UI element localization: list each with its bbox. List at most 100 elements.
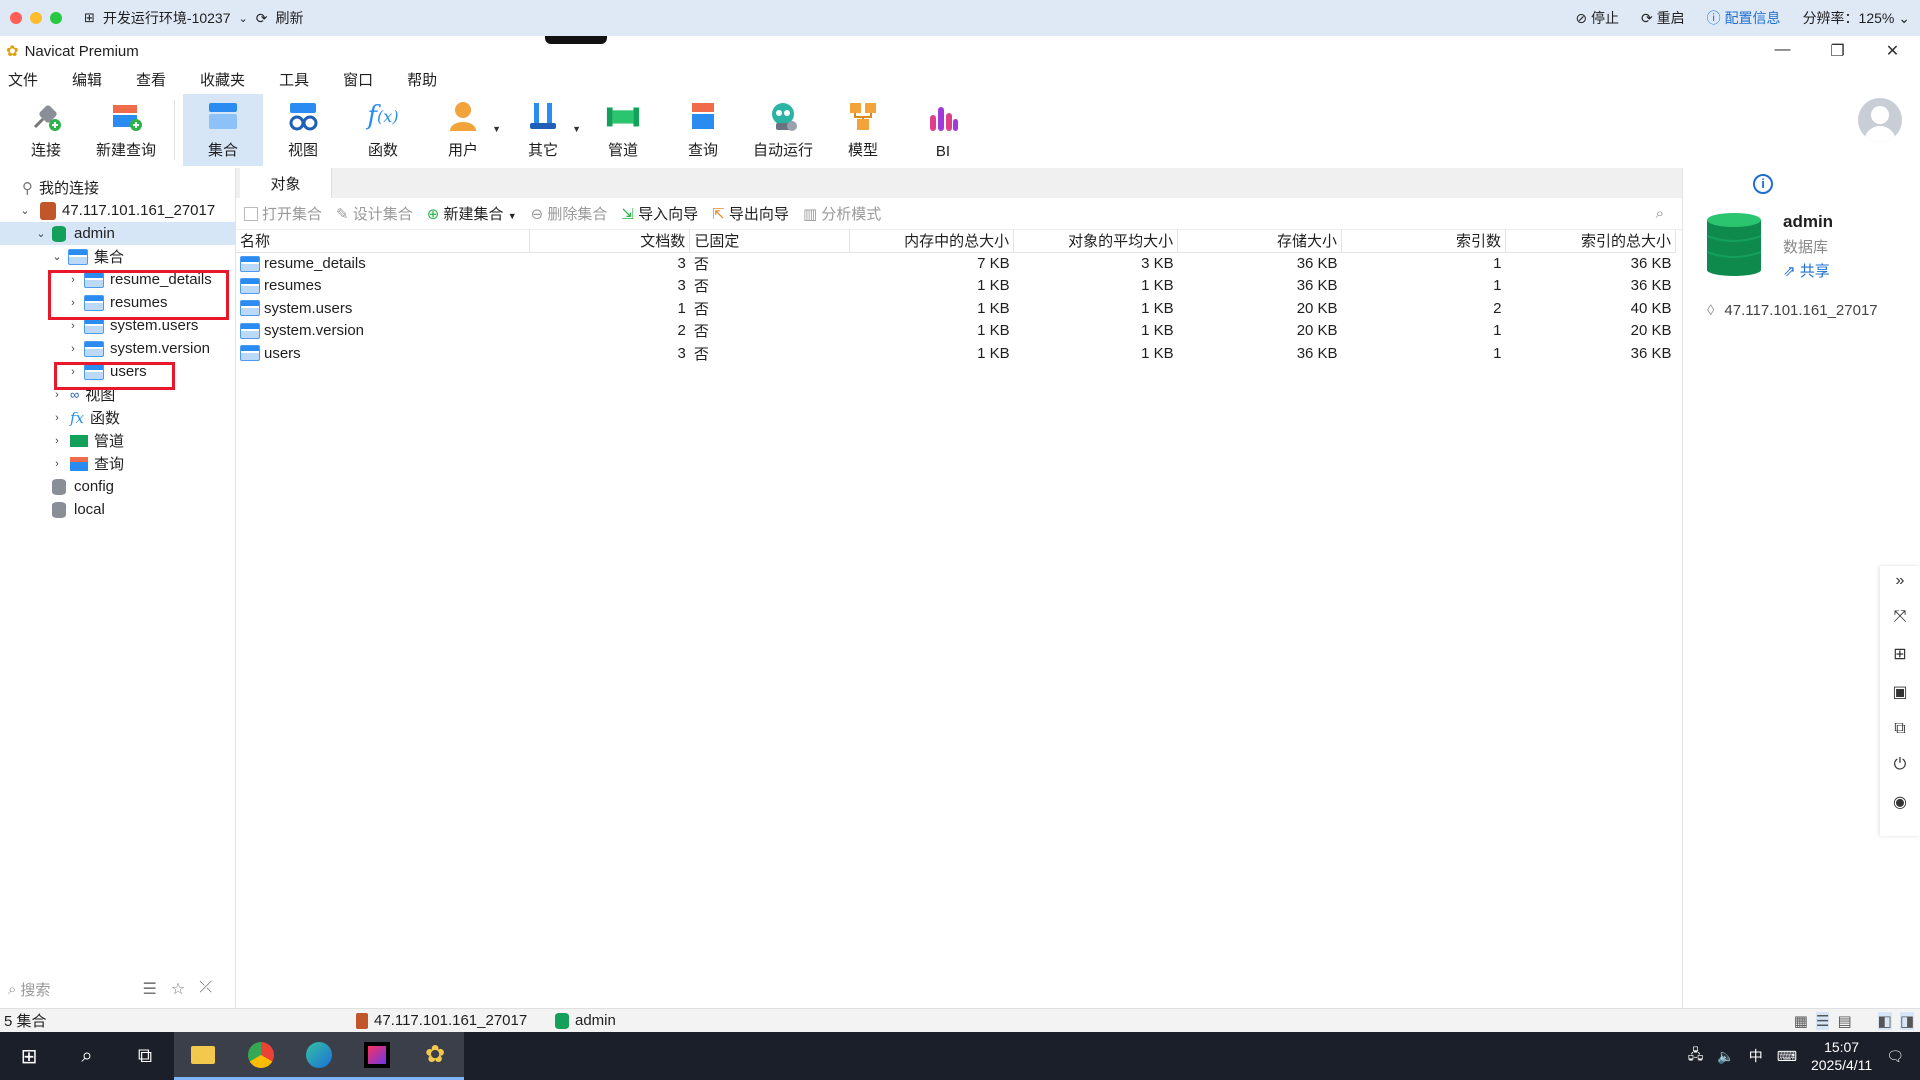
zoom-dot[interactable]	[50, 12, 62, 24]
tree-item-db-admin[interactable]: ⌄ admin	[0, 222, 235, 245]
table-row[interactable]: users 3 否 1 KB 1 KB 36 KB 1 36 KB	[236, 342, 1676, 365]
close-icon[interactable]: ✕	[1865, 41, 1920, 61]
menu-help[interactable]: 帮助	[407, 69, 437, 90]
connect-button[interactable]: 连接	[6, 94, 86, 166]
fullscreen-icon[interactable]: ⤧	[1894, 608, 1907, 626]
expand-panel-icon[interactable]: »	[1896, 572, 1905, 590]
grid-layout-icon[interactable]: ⊞	[1893, 644, 1906, 664]
col-header-total-memory[interactable]: 内存中的总大小	[849, 230, 1015, 253]
restore-icon[interactable]: ❐	[1810, 41, 1865, 61]
menu-window[interactable]: 窗口	[343, 69, 373, 90]
import-wizard-button[interactable]: ⇲ 导入向导	[621, 203, 698, 224]
ime-indicator[interactable]: 中	[1749, 1046, 1763, 1066]
search-icon[interactable]: ⌕	[58, 1032, 116, 1080]
model-button[interactable]: 模型	[823, 94, 903, 166]
volume-icon[interactable]: 🔈	[1717, 1048, 1734, 1065]
tree-item-db-config[interactable]: config	[0, 475, 235, 498]
info-icon[interactable]: i	[1753, 174, 1773, 194]
col-header-doc-count[interactable]: 文档数	[529, 230, 691, 253]
right-panel-toggle-icon[interactable]: ◨	[1899, 1011, 1914, 1030]
refresh-icon[interactable]: ⟳	[256, 10, 268, 27]
bi-button[interactable]: BI	[903, 94, 983, 166]
tree-item-collection[interactable]: › system.version	[0, 337, 235, 360]
copy-icon[interactable]: ⧉	[1894, 720, 1905, 738]
stop-button[interactable]: ⊘ 停止	[1575, 8, 1619, 28]
chrome-icon[interactable]	[232, 1032, 290, 1080]
menu-file[interactable]: 文件	[8, 69, 38, 90]
nav-search-bar[interactable]: ⌕ 搜索 ☰ ☆ ⤫	[0, 976, 236, 1002]
function-button[interactable]: f (x) 函数	[343, 94, 423, 166]
tree-item-pipelines-group[interactable]: › 管道	[0, 429, 235, 452]
network-icon[interactable]: 🖧	[1688, 1044, 1704, 1068]
open-collection-button[interactable]: 打开集合	[244, 203, 322, 224]
collection-button[interactable]: 集合	[183, 94, 263, 166]
my-connections-header[interactable]: ⚲ 我的连接	[0, 176, 235, 199]
grid-view-icon[interactable]: ▦	[1794, 1012, 1808, 1030]
tree-item-collections-group[interactable]: ⌄ 集合	[0, 245, 235, 268]
user-dropdown-caret[interactable]: ▼	[492, 124, 501, 134]
close-dot[interactable]	[10, 12, 22, 24]
account-avatar[interactable]	[1858, 98, 1902, 142]
query-button[interactable]: 查询	[663, 94, 743, 166]
resolution-selector[interactable]: 分辨率：125% ⌄	[1803, 8, 1910, 28]
config-info-button[interactable]: ⓘ 配置信息	[1707, 8, 1781, 28]
other-dropdown-caret[interactable]: ▼	[572, 124, 581, 134]
analyze-schema-button[interactable]: ▥ 分析模式	[803, 203, 881, 224]
keyboard-icon[interactable]: ⌨	[1777, 1048, 1797, 1065]
env-selector[interactable]: 开发运行环境-10237	[103, 8, 231, 28]
menu-favorites[interactable]: 收藏夹	[200, 69, 245, 90]
minimize-dot[interactable]	[30, 12, 42, 24]
minimize-icon[interactable]: —	[1755, 41, 1810, 61]
refresh-button[interactable]: 刷新	[275, 8, 303, 28]
menu-tools[interactable]: 工具	[279, 69, 309, 90]
intellij-icon[interactable]	[348, 1032, 406, 1080]
navicat-taskbar-icon[interactable]: ✿	[406, 1032, 464, 1080]
power-icon[interactable]: ⏻	[1894, 756, 1907, 774]
menu-edit[interactable]: 编辑	[72, 69, 102, 90]
chevron-down-icon[interactable]: ⌄	[34, 227, 48, 240]
detail-view-icon[interactable]: ▤	[1837, 1012, 1851, 1030]
menu-view[interactable]: 查看	[136, 69, 166, 90]
share-button[interactable]: ⇗ 共享	[1783, 260, 1830, 281]
clock[interactable]: 15:07 2025/4/11	[1811, 1038, 1872, 1074]
chevron-right-icon[interactable]: ›	[50, 389, 64, 401]
chevron-right-icon[interactable]: ›	[50, 412, 64, 424]
star-icon[interactable]: ☆	[171, 979, 185, 999]
file-explorer-icon[interactable]	[174, 1032, 232, 1080]
table-row[interactable]: system.version 2 否 1 KB 1 KB 20 KB 1 20 …	[236, 320, 1676, 343]
tree-item-server[interactable]: ⌄ 47.117.101.161_27017	[0, 199, 235, 222]
pipeline-button[interactable]: 管道	[583, 94, 663, 166]
new-query-button[interactable]: 新建查询	[86, 94, 166, 166]
chevron-right-icon[interactable]: ›	[50, 458, 64, 470]
chevron-right-icon[interactable]: ›	[66, 343, 80, 355]
tree-item-queries-group[interactable]: › 查询	[0, 452, 235, 475]
col-header-name[interactable]: 名称	[236, 230, 531, 253]
tree-item-functions-group[interactable]: › fx 函数	[0, 406, 235, 429]
restart-button[interactable]: ⟳ 重启	[1641, 8, 1685, 28]
col-header-capped[interactable]: 已固定	[689, 230, 851, 253]
table-row[interactable]: resumes 3 否 1 KB 1 KB 36 KB 1 36 KB	[236, 275, 1676, 298]
tab-objects[interactable]: 对象	[240, 168, 332, 198]
chevron-right-icon[interactable]: ›	[50, 435, 64, 447]
eye-icon[interactable]: ◉	[1893, 792, 1907, 812]
chevron-down-icon[interactable]: ▼	[508, 211, 517, 221]
view-button[interactable]: 视图	[263, 94, 343, 166]
table-row[interactable]: system.users 1 否 1 KB 1 KB 20 KB 2 40 KB	[236, 297, 1676, 320]
col-header-storage-size[interactable]: 存储大小	[1177, 230, 1343, 253]
chevron-down-icon[interactable]: ⌄	[50, 250, 64, 263]
other-button[interactable]: 其它 ▼	[503, 94, 583, 166]
filter-icon[interactable]: ☰	[143, 979, 157, 999]
chevron-down-icon[interactable]: ⌄	[18, 204, 32, 217]
col-header-index-count[interactable]: 索引数	[1341, 230, 1506, 253]
left-panel-toggle-icon[interactable]: ◧	[1877, 1011, 1892, 1030]
col-header-avg-size[interactable]: 对象的平均大小	[1013, 230, 1179, 253]
edge-icon[interactable]	[290, 1032, 348, 1080]
search-input[interactable]: 搜索	[20, 979, 50, 1000]
tree-item-db-local[interactable]: local	[0, 498, 235, 521]
chevron-right-icon[interactable]: ›	[66, 320, 80, 332]
new-collection-button[interactable]: ⊕ 新建集合 ▼	[427, 203, 517, 224]
chevron-down-icon[interactable]: ⌄	[239, 12, 248, 25]
windows-start-icon[interactable]: ⊞	[0, 1032, 58, 1080]
export-wizard-button[interactable]: ⇱ 导出向导	[712, 203, 789, 224]
table-row[interactable]: resume_details 3 否 7 KB 3 KB 36 KB 1 36 …	[236, 252, 1676, 275]
